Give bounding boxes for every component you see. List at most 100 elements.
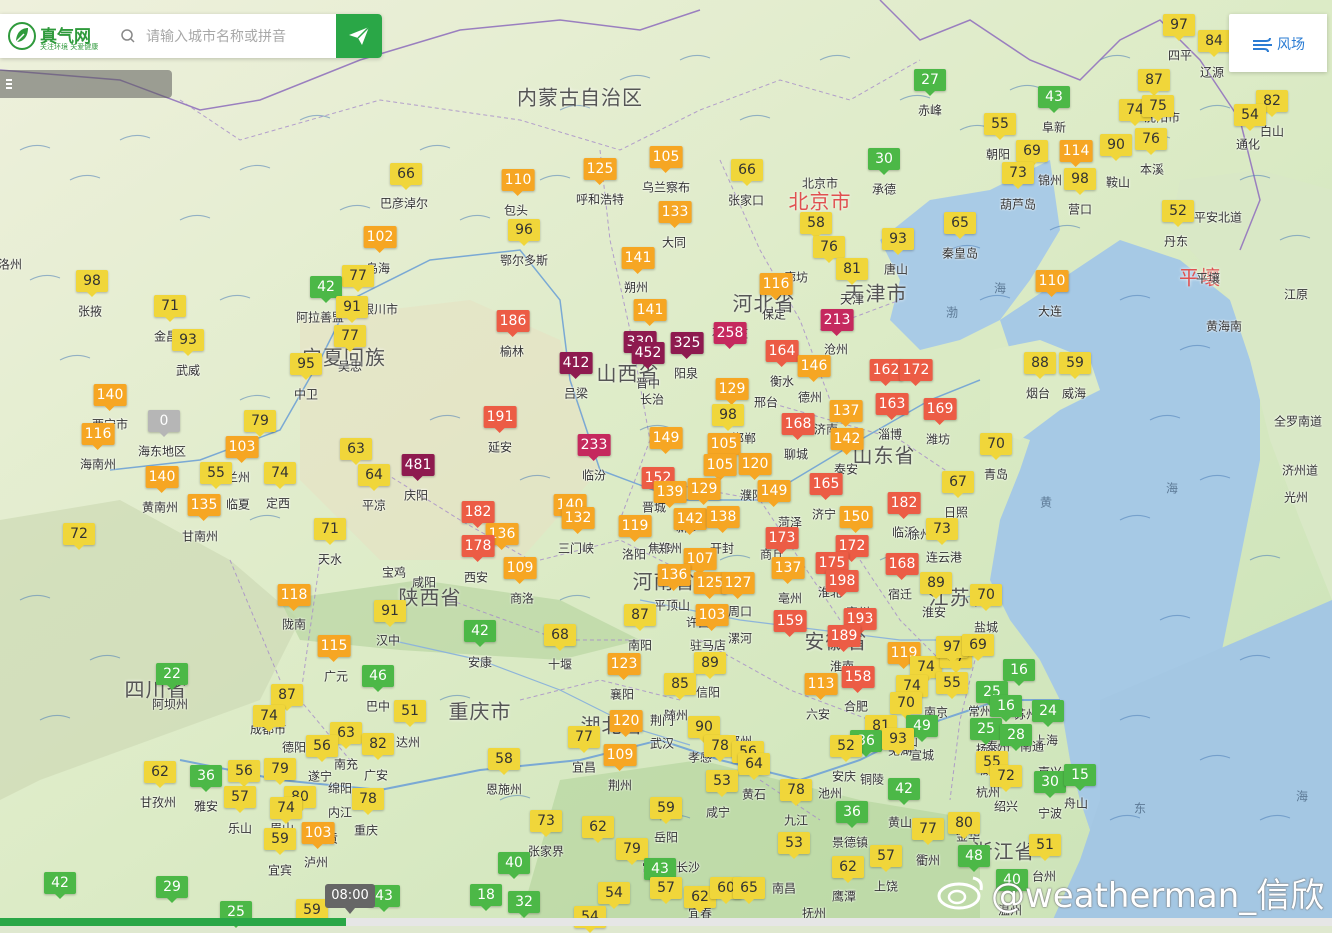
aqi-station-badge[interactable]: 125 [583, 158, 617, 185]
aqi-station-badge[interactable]: 57 [870, 845, 902, 872]
aqi-station-badge[interactable]: 325 [670, 332, 704, 359]
aqi-station-badge[interactable]: 22 [156, 663, 188, 690]
aqi-station-badge[interactable]: 36 [190, 765, 222, 792]
aqi-station-badge[interactable]: 163 [875, 393, 909, 420]
aqi-station-badge[interactable]: 213 [820, 309, 854, 336]
aqi-station-badge[interactable]: 137 [771, 557, 805, 584]
aqi-station-badge[interactable]: 16 [990, 695, 1022, 722]
aqi-station-badge[interactable]: 72 [990, 765, 1022, 792]
aqi-station-badge[interactable]: 64 [358, 464, 390, 491]
aqi-station-badge[interactable]: 43 [1038, 86, 1070, 113]
aqi-station-badge[interactable]: 77 [912, 818, 944, 845]
aqi-station-badge[interactable]: 75 [1142, 95, 1174, 122]
aqi-station-badge[interactable]: 133 [658, 201, 692, 228]
aqi-station-badge[interactable]: 116 [759, 273, 793, 300]
aqi-station-badge[interactable]: 68 [544, 624, 576, 651]
aqi-station-badge[interactable]: 56 [228, 760, 260, 787]
aqi-station-badge[interactable]: 114 [1059, 140, 1093, 167]
aqi-station-badge[interactable]: 198 [825, 570, 859, 597]
aqi-station-badge[interactable]: 70 [890, 692, 922, 719]
aqi-station-badge[interactable]: 58 [488, 748, 520, 775]
aqi-station-badge[interactable]: 105 [707, 433, 741, 460]
aqi-station-badge[interactable]: 169 [923, 398, 957, 425]
aqi-station-badge[interactable]: 123 [607, 653, 641, 680]
aqi-station-badge[interactable]: 91 [374, 600, 406, 627]
aqi-station-badge[interactable]: 172 [899, 359, 933, 386]
aqi-station-badge[interactable]: 36 [836, 801, 868, 828]
search-submit-button[interactable] [336, 14, 382, 58]
aqi-station-badge[interactable]: 59 [650, 797, 682, 824]
aqi-station-badge[interactable]: 73 [530, 810, 562, 837]
timeline-time-marker[interactable]: 08:00 [325, 884, 375, 914]
aqi-station-badge[interactable]: 74 [270, 797, 302, 824]
aqi-station-badge[interactable]: 173 [765, 527, 799, 554]
aqi-station-badge[interactable]: 18 [470, 884, 502, 911]
aqi-station-badge[interactable]: 69 [1016, 140, 1048, 167]
aqi-station-badge[interactable]: 40 [498, 852, 530, 879]
city-search-input[interactable] [144, 23, 334, 51]
aqi-station-badge[interactable]: 32 [508, 891, 540, 918]
aqi-station-badge[interactable]: 78 [780, 779, 812, 806]
aqi-station-badge[interactable]: 141 [621, 247, 655, 274]
aqi-station-badge[interactable]: 129 [687, 478, 721, 505]
aqi-station-badge[interactable]: 103 [225, 436, 259, 463]
aqi-station-badge[interactable]: 120 [609, 710, 643, 737]
aqi-station-badge[interactable]: 84 [1198, 30, 1230, 57]
aqi-station-badge[interactable]: 168 [885, 553, 919, 580]
aqi-station-badge[interactable]: 95 [290, 353, 322, 380]
collapsed-side-panel[interactable] [0, 70, 172, 98]
aqi-station-badge[interactable]: 158 [841, 666, 875, 693]
aqi-station-badge[interactable]: 62 [144, 761, 176, 788]
aqi-station-badge[interactable]: 127 [721, 572, 755, 599]
aqi-station-badge[interactable]: 0 [148, 410, 180, 437]
aqi-station-badge[interactable]: 189 [827, 625, 861, 652]
aqi-station-badge[interactable]: 52 [1162, 200, 1194, 227]
aqi-station-badge[interactable]: 70 [970, 584, 1002, 611]
aqi-station-badge[interactable]: 53 [778, 832, 810, 859]
aqi-station-badge[interactable]: 159 [773, 610, 807, 637]
aqi-station-badge[interactable]: 98 [1064, 168, 1096, 195]
aqi-station-badge[interactable]: 73 [1002, 162, 1034, 189]
aqi-station-badge[interactable]: 135 [187, 494, 221, 521]
aqi-station-badge[interactable]: 58 [800, 212, 832, 239]
aqi-station-badge[interactable]: 140 [93, 384, 127, 411]
aqi-station-badge[interactable]: 30 [1034, 771, 1066, 798]
aqi-station-badge[interactable]: 178 [461, 535, 495, 562]
aqi-station-badge[interactable]: 138 [706, 506, 740, 533]
aqi-station-badge[interactable]: 90 [1100, 134, 1132, 161]
aqi-station-badge[interactable]: 129 [715, 378, 749, 405]
aqi-station-badge[interactable]: 113 [804, 673, 838, 700]
aqi-station-badge[interactable]: 93 [172, 329, 204, 356]
aqi-station-badge[interactable]: 25 [970, 718, 1002, 745]
aqi-station-badge[interactable]: 74 [264, 462, 296, 489]
timeline-bar[interactable] [0, 918, 1332, 926]
aqi-station-badge[interactable]: 452 [631, 342, 665, 369]
aqi-station-badge[interactable]: 55 [984, 113, 1016, 140]
aqi-station-badge[interactable]: 59 [1059, 352, 1091, 379]
aqi-station-badge[interactable]: 115 [317, 635, 351, 662]
aqi-station-badge[interactable]: 64 [738, 753, 770, 780]
aqi-station-badge[interactable]: 57 [650, 877, 682, 904]
aqi-station-badge[interactable]: 55 [936, 672, 968, 699]
aqi-station-badge[interactable]: 66 [731, 159, 763, 186]
aqi-station-badge[interactable]: 162 [869, 359, 903, 386]
aqi-station-badge[interactable]: 142 [673, 508, 707, 535]
aqi-station-badge[interactable]: 66 [390, 163, 422, 190]
aqi-station-badge[interactable]: 54 [1234, 104, 1266, 131]
aqi-station-badge[interactable]: 110 [501, 169, 535, 196]
aqi-station-badge[interactable]: 73 [926, 518, 958, 545]
aqi-station-badge[interactable]: 65 [733, 877, 765, 904]
aqi-station-badge[interactable]: 51 [394, 700, 426, 727]
aqi-station-badge[interactable]: 55 [200, 462, 232, 489]
aqi-station-badge[interactable]: 136 [657, 564, 691, 591]
aqi-station-badge[interactable]: 81 [836, 258, 868, 285]
aqi-station-badge[interactable]: 142 [830, 428, 864, 455]
aqi-station-badge[interactable]: 42 [464, 620, 496, 647]
aqi-station-badge[interactable]: 71 [314, 518, 346, 545]
aqi-station-badge[interactable]: 89 [920, 572, 952, 599]
aqi-station-badge[interactable]: 105 [649, 146, 683, 173]
aqi-station-badge[interactable]: 98 [76, 270, 108, 297]
aqi-station-badge[interactable]: 74 [253, 705, 285, 732]
aqi-station-badge[interactable]: 62 [582, 816, 614, 843]
aqi-station-badge[interactable]: 87 [271, 684, 303, 711]
